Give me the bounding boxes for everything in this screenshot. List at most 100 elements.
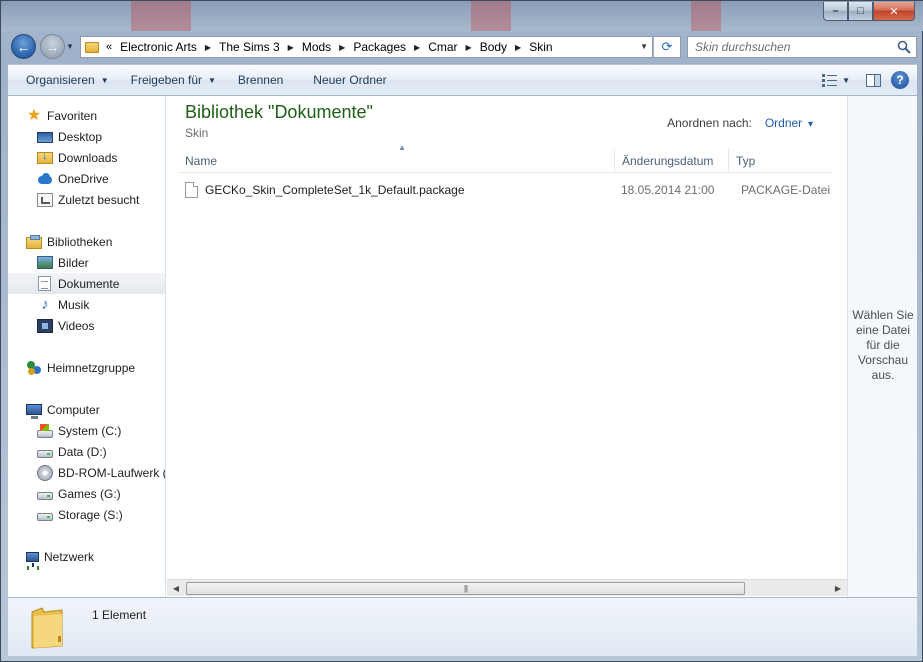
address-row: ← → ▼ « Electronic Arts ▶ The Sims 3 ▶ Mod… [8,31,917,61]
minimize-icon: – [832,5,839,17]
breadcrumb-overflow[interactable]: « [106,41,112,53]
sidebar-homegroup[interactable]: Heimnetzgruppe [8,357,165,378]
sidebar-item-documents[interactable]: Dokumente [8,273,165,294]
pictures-icon [37,256,53,269]
arrange-by-label: Anordnen nach: [667,116,752,130]
column-header-date[interactable]: Änderungsdatum [614,149,728,173]
view-options-dropdown[interactable]: ▼ [842,76,850,85]
refresh-icon: ⟳ [661,39,673,54]
sidebar-computer[interactable]: Computer [8,399,165,420]
star-icon: ★ [26,106,42,124]
sidebar-item-pictures[interactable]: Bilder [8,252,165,273]
breadcrumb-item[interactable]: Body ▶ [480,40,530,54]
scroll-right-icon[interactable]: ▶ [831,582,845,595]
library-subtitle: Skin [185,126,209,140]
details-pane: 1 Element [8,597,917,656]
desktop-icon [37,131,53,143]
breadcrumb-separator-icon[interactable]: ▶ [339,43,345,52]
breadcrumb-item[interactable]: Skin [529,40,552,54]
videos-icon [37,318,53,333]
back-arrow-icon: ← [16,38,31,55]
forward-button[interactable]: → [40,34,65,59]
scroll-left-icon[interactable]: ◀ [169,582,183,595]
main-area: ★ Favoriten Desktop Downloads OneDrive Z… [8,96,917,597]
hard-drive-icon [37,450,53,458]
file-name-cell: GECKo_Skin_CompleteSet_1k_Default.packag… [185,179,610,201]
file-date-cell: 18.05.2014 21:00 [621,183,715,197]
recent-pages-dropdown[interactable]: ▼ [66,42,74,51]
horizontal-scrollbar[interactable]: ◀ ||| ▶ [167,579,847,596]
organize-menu[interactable]: Organisieren ▼ [8,65,120,95]
maximize-icon: □ [857,5,864,17]
breadcrumb-item[interactable]: Packages ▶ [353,40,428,54]
back-button[interactable]: ← [11,34,36,59]
new-folder-button[interactable]: Neuer Ordner [294,65,397,95]
breadcrumb-item[interactable]: Mods ▶ [302,40,354,54]
explorer-window: – □ ✕ ← → ▼ « Electronic Arts ▶ The Sims … [0,0,923,662]
sidebar-favorites[interactable]: ★ Favoriten [8,105,165,126]
glass-decoration [691,1,721,31]
burn-button[interactable]: Brennen [227,65,294,95]
arrange-by-dropdown[interactable]: Ordner [765,116,813,130]
hard-drive-icon [37,492,53,500]
network-icon [26,551,39,567]
sidebar-item-drive-d[interactable]: Data (D:) [8,441,165,462]
help-icon[interactable]: ? [891,71,909,89]
dropdown-arrow-icon: ▼ [208,75,216,85]
sidebar-item-bd-rom[interactable]: BD-ROM-Laufwerk ( [8,462,165,483]
breadcrumb-item[interactable]: Cmar ▶ [428,40,480,54]
sidebar-item-recent-places[interactable]: Zuletzt besucht [8,189,165,210]
search-icon[interactable] [897,40,911,54]
toolbar-right: ▼ ? [822,65,917,95]
close-button[interactable]: ✕ [873,2,915,21]
downloads-folder-icon [37,150,53,164]
sidebar-item-desktop[interactable]: Desktop [8,126,165,147]
refresh-button[interactable]: ⟳ [654,36,681,58]
caption-buttons: – □ ✕ [823,2,915,21]
breadcrumb-separator-icon[interactable]: ▶ [288,43,294,52]
sidebar-item-onedrive[interactable]: OneDrive [8,168,165,189]
breadcrumb-separator-icon[interactable]: ▶ [515,43,521,52]
address-history-dropdown[interactable]: ▼ [640,42,648,51]
change-view-icon[interactable] [822,73,838,87]
page-title: Bibliothek "Dokumente" [185,102,373,122]
libraries-icon [26,234,42,249]
column-header-name[interactable]: Name [178,149,608,173]
homegroup-icon [26,360,42,376]
dropdown-arrow-icon: ▼ [100,75,109,85]
file-list-pane: Bibliothek "Dokumente" Skin Anordnen nac… [167,96,847,597]
sidebar-item-music[interactable]: ♪ Musik [8,294,165,315]
sidebar-network[interactable]: Netzwerk [8,546,165,567]
minimize-button[interactable]: – [823,2,848,21]
window-titlebar[interactable] [1,1,923,31]
breadcrumb-separator-icon[interactable]: ▶ [466,43,472,52]
share-menu[interactable]: Freigeben für ▼ [120,65,227,95]
address-bar[interactable]: « Electronic Arts ▶ The Sims 3 ▶ Mods ▶ Pac… [80,36,653,58]
breadcrumb-item[interactable]: The Sims 3 ▶ [219,40,302,54]
disc-drive-icon [37,464,53,481]
scrollbar-thumb[interactable]: ||| [186,582,745,595]
command-bar: Organisieren ▼ Freigeben für ▼ Brennen Neu… [8,64,917,96]
glass-decoration [131,1,191,31]
system-drive-icon [37,423,53,438]
sidebar-libraries[interactable]: Bibliotheken [8,231,165,252]
breadcrumb-separator-icon[interactable]: ▶ [205,43,211,52]
sidebar-item-drive-c[interactable]: System (C:) [8,420,165,441]
documents-icon [38,276,51,291]
column-header-type[interactable]: Typ [728,149,833,173]
navigation-pane: ★ Favoriten Desktop Downloads OneDrive Z… [8,96,166,597]
file-type-cell: PACKAGE-Datei [741,183,831,197]
preview-pane-icon[interactable] [866,73,881,87]
library-header: Bibliothek "Dokumente" Skin [185,102,373,140]
search-input[interactable]: Skin durchsuchen [687,36,917,58]
recent-places-icon [37,192,53,207]
breadcrumb-item[interactable]: Electronic Arts ▶ [120,40,219,54]
sidebar-item-drive-g[interactable]: Games (G:) [8,483,165,504]
maximize-button[interactable]: □ [848,2,873,21]
sidebar-item-downloads[interactable]: Downloads [8,147,165,168]
breadcrumb-separator-icon[interactable]: ▶ [414,43,420,52]
sidebar-item-videos[interactable]: Videos [8,315,165,336]
sidebar-item-drive-s[interactable]: Storage (S:) [8,504,165,525]
forward-arrow-icon: → [45,38,60,55]
file-row[interactable]: GECKo_Skin_CompleteSet_1k_Default.packag… [178,179,833,201]
